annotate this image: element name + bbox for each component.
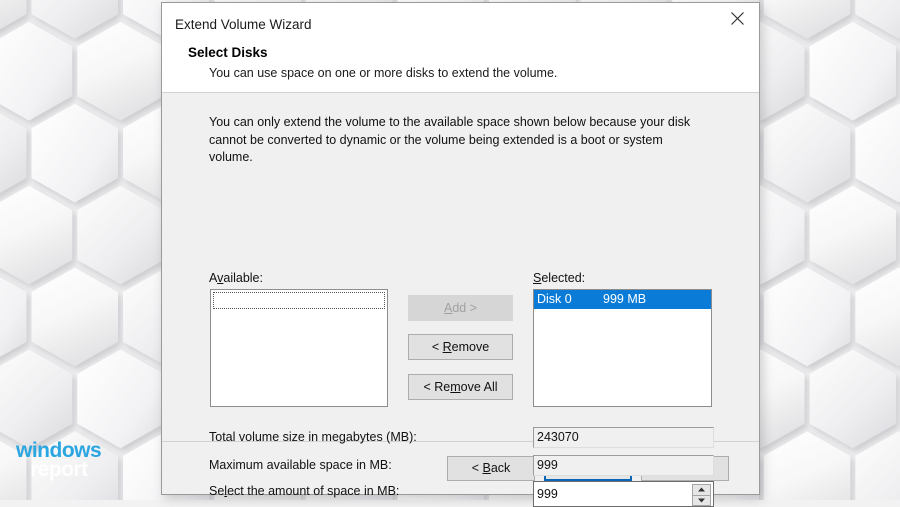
total-volume-size-value: 243070 bbox=[533, 427, 714, 448]
selected-disk-name: Disk 0 bbox=[537, 290, 603, 309]
selected-label: Selected: bbox=[533, 271, 585, 285]
max-available-space-row: Maximum available space in MB: 999 bbox=[209, 455, 714, 477]
total-volume-size-label: Total volume size in megabytes (MB): bbox=[209, 430, 417, 444]
remove-button-label: < Remove bbox=[432, 340, 489, 354]
select-space-value: 999 bbox=[537, 487, 558, 501]
select-space-input[interactable]: 999 bbox=[533, 481, 714, 507]
dialog-title: Extend Volume Wizard bbox=[175, 17, 312, 32]
list-item[interactable]: Disk 0 999 MB bbox=[534, 290, 711, 309]
intro-text: You can only extend the volume to the av… bbox=[209, 114, 709, 167]
add-button[interactable]: Add > bbox=[408, 295, 513, 321]
quantity-stepper[interactable] bbox=[692, 484, 711, 506]
dialog-body: You can only extend the volume to the av… bbox=[162, 93, 759, 441]
watermark-line2: report bbox=[30, 459, 101, 480]
close-button[interactable] bbox=[715, 3, 759, 33]
max-available-space-value: 999 bbox=[533, 455, 714, 476]
dialog-titlebar: Extend Volume Wizard bbox=[162, 3, 759, 45]
page-title: Select Disks bbox=[188, 45, 759, 60]
stepper-up-button[interactable] bbox=[692, 484, 711, 496]
available-label: Available: bbox=[209, 271, 263, 285]
select-space-label: Select the amount of space in MB: bbox=[209, 484, 399, 498]
add-button-label: Add > bbox=[444, 301, 477, 315]
total-volume-size-row: Total volume size in megabytes (MB): 243… bbox=[209, 427, 714, 449]
remove-all-button-label: < Remove All bbox=[423, 380, 497, 394]
remove-button[interactable]: < Remove bbox=[408, 334, 513, 360]
chevron-up-icon bbox=[698, 487, 705, 492]
watermark-logo: windows report bbox=[16, 440, 101, 480]
extend-volume-wizard-dialog: Extend Volume Wizard Select Disks You ca… bbox=[161, 2, 760, 495]
close-icon bbox=[730, 11, 745, 26]
selected-disks-listbox[interactable]: Disk 0 999 MB bbox=[533, 289, 712, 407]
stepper-down-button[interactable] bbox=[692, 496, 711, 507]
chevron-down-icon bbox=[698, 498, 705, 503]
remove-all-button[interactable]: < Remove All bbox=[408, 374, 513, 400]
page-subtitle: You can use space on one or more disks t… bbox=[209, 66, 759, 80]
dialog-header: Select Disks You can use space on one or… bbox=[162, 45, 759, 93]
available-disks-listbox[interactable] bbox=[210, 289, 388, 407]
listbox-focus-rect bbox=[213, 292, 385, 309]
selected-disk-size: 999 MB bbox=[603, 290, 646, 309]
max-available-space-label: Maximum available space in MB: bbox=[209, 458, 392, 472]
